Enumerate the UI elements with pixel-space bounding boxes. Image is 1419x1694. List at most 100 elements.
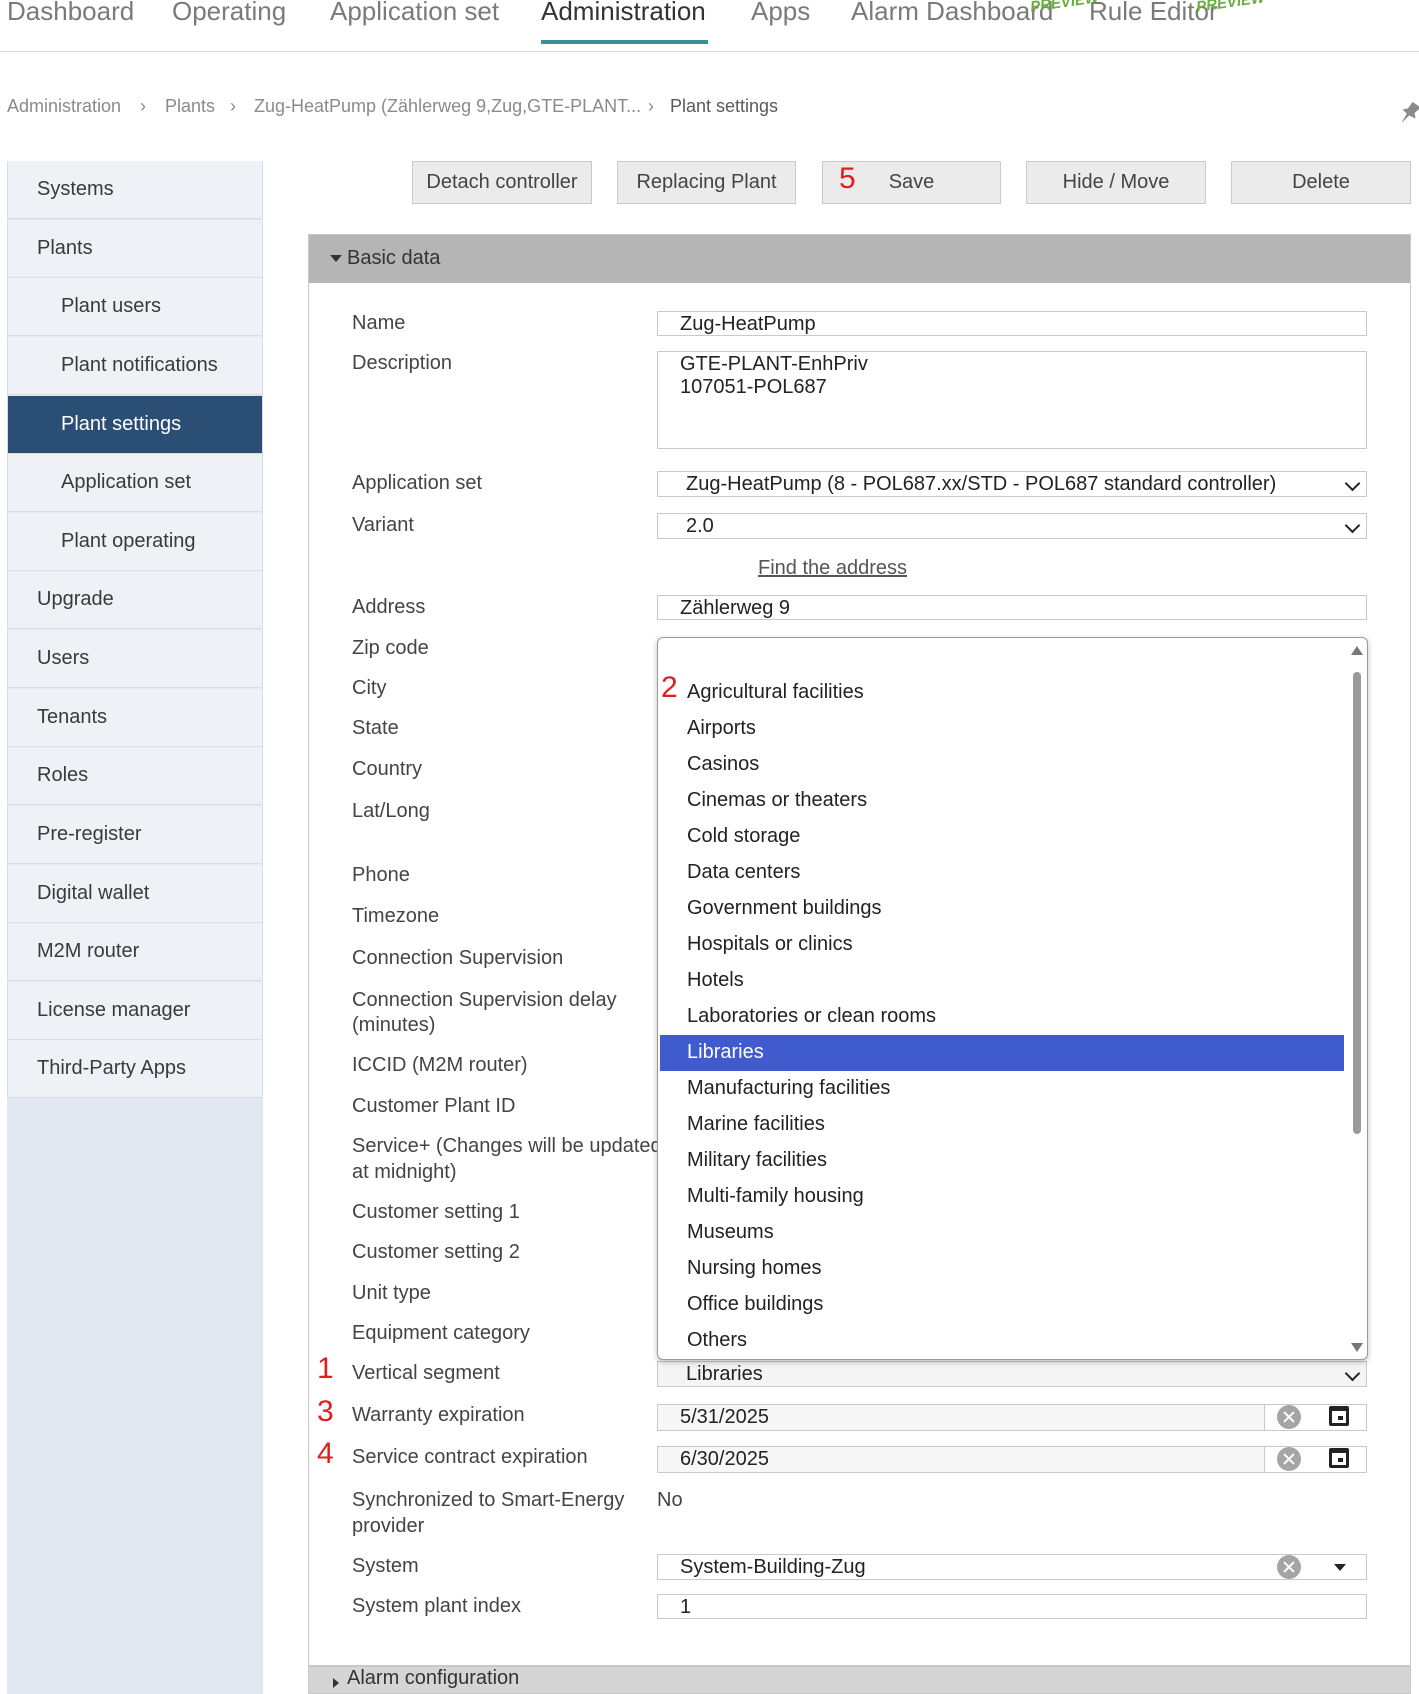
dropdown-option[interactable]: Nursing homes (660, 1251, 1344, 1287)
collapse-icon (330, 255, 342, 262)
caret-down-icon[interactable] (1334, 1564, 1346, 1571)
sidebar-item-plant-notifications[interactable]: Plant notifications (7, 337, 263, 395)
sidebar-item-pre-register[interactable]: Pre-register (7, 806, 263, 864)
sidebar-item-m2m-router[interactable]: M2M router (7, 923, 263, 981)
dropdown-option[interactable]: Others (660, 1323, 1344, 1359)
dropdown-option[interactable]: Office buildings (660, 1287, 1344, 1323)
find-address-link[interactable]: Find the address (758, 557, 907, 580)
clear-icon[interactable] (1277, 1447, 1301, 1471)
scroll-down-icon[interactable] (1351, 1343, 1363, 1352)
sidebar-item-plant-settings[interactable]: Plant settings (7, 396, 263, 454)
warranty-date-input[interactable]: 5/31/2025 (657, 1404, 1265, 1431)
alarm-configuration-header[interactable]: Alarm configuration (308, 1666, 1411, 1694)
system-select[interactable]: System-Building-Zug (657, 1554, 1367, 1580)
sidebar-item-plant-operating[interactable]: Plant operating (7, 513, 263, 571)
tab-alarm-dashboard[interactable]: Alarm Dashboard (851, 0, 1053, 27)
variant-select[interactable]: 2.0 (657, 513, 1367, 539)
chevron-down-icon (1344, 517, 1361, 534)
service-contract-date-input[interactable]: 6/30/2025 (657, 1446, 1265, 1473)
dropdown-option[interactable]: Cold storage (660, 819, 1344, 855)
tab-apps[interactable]: Apps (751, 0, 810, 27)
chevron-down-icon (1344, 1365, 1361, 1382)
scroll-up-icon[interactable] (1351, 646, 1363, 655)
address-input[interactable]: Zählerweg 9 (657, 595, 1367, 620)
breadcrumb-plants[interactable]: Plants (165, 96, 215, 117)
label-timezone: Timezone (352, 905, 440, 927)
sidebar-item-application-set[interactable]: Application set (7, 454, 263, 512)
description-textarea[interactable]: GTE-PLANT-EnhPriv 107051-POL687 (657, 351, 1367, 449)
replacing-plant-button[interactable]: Replacing Plant (617, 161, 796, 204)
dropdown-option[interactable]: Agricultural facilities (660, 675, 1344, 711)
hide-move-button[interactable]: Hide / Move (1026, 161, 1206, 204)
annotation-number-3: 3 (317, 1395, 334, 1428)
label-warranty-expiration: Warranty expiration (352, 1404, 525, 1426)
synchronized-value: No (657, 1489, 683, 1511)
pin-icon[interactable] (1399, 100, 1419, 128)
breadcrumb-current: Plant settings (670, 96, 779, 116)
tab-administration[interactable]: Administration (541, 0, 706, 27)
breadcrumb-separator: › (140, 96, 146, 116)
system-plant-index-input[interactable]: 1 (657, 1594, 1367, 1619)
sidebar-item-users[interactable]: Users (7, 630, 263, 688)
dropdown-option[interactable]: Museums (660, 1215, 1344, 1251)
sidebar-item-systems[interactable]: Systems (7, 161, 263, 219)
delete-button[interactable]: Delete (1231, 161, 1411, 204)
dropdown-option[interactable]: Government buildings (660, 891, 1344, 927)
sidebar-item-plant-users[interactable]: Plant users (7, 278, 263, 336)
tab-operating[interactable]: Operating (172, 0, 286, 27)
label-equipment-category: Equipment category (352, 1322, 530, 1344)
label-customer-plant-id: Customer Plant ID (352, 1095, 516, 1117)
dropdown-option[interactable]: Airports (660, 711, 1344, 747)
dropdown-option[interactable]: Casinos (660, 747, 1344, 783)
chevron-down-icon (1344, 475, 1361, 492)
annotation-number-4: 4 (317, 1437, 334, 1470)
top-navigation: Dashboard Operating Application set Admi… (0, 0, 1419, 52)
calendar-icon[interactable] (1329, 1406, 1349, 1426)
label-address: Address (352, 596, 426, 618)
dropdown-option-selected[interactable]: Libraries (660, 1035, 1344, 1071)
name-input[interactable]: Zug-HeatPump (657, 311, 1367, 336)
application-set-select[interactable]: Zug-HeatPump (8 - POL687.xx/STD - POL687… (657, 471, 1367, 497)
dropdown-option[interactable]: Hospitals or clinics (660, 927, 1344, 963)
vertical-segment-dropdown: Agricultural facilities Airports Casinos… (657, 637, 1368, 1360)
breadcrumb-administration[interactable]: Administration (7, 96, 121, 117)
sidebar-item-plants[interactable]: Plants (7, 220, 263, 278)
label-customer-setting-1: Customer setting 1 (352, 1201, 520, 1223)
sidebar-item-digital-wallet[interactable]: Digital wallet (7, 865, 263, 923)
dropdown-option[interactable]: Marine facilities (660, 1107, 1344, 1143)
sidebar-item-third-party-apps[interactable]: Third-Party Apps (7, 1040, 263, 1098)
dropdown-option[interactable]: Laboratories or clean rooms (660, 999, 1344, 1035)
dropdown-option[interactable]: Multi-family housing (660, 1179, 1344, 1215)
breadcrumb-separator: › (648, 96, 654, 116)
label-iccid: ICCID (M2M router) (352, 1054, 528, 1076)
dropdown-option[interactable]: Military facilities (660, 1143, 1344, 1179)
sidebar-item-upgrade[interactable]: Upgrade (7, 571, 263, 629)
calendar-icon[interactable] (1329, 1448, 1349, 1468)
breadcrumb-plant[interactable]: Zug-HeatPump (Zählerweg 9,Zug,GTE-PLANT.… (254, 96, 641, 117)
annotation-number-1: 1 (317, 1352, 334, 1385)
label-service-line2: at midnight) (352, 1161, 457, 1183)
basic-data-header[interactable]: Basic data (309, 235, 1410, 283)
dropdown-option[interactable]: Hotels (660, 963, 1344, 999)
dropdown-option[interactable]: Data centers (660, 855, 1344, 891)
label-city: City (352, 677, 387, 699)
annotation-number-5: 5 (839, 162, 856, 195)
clear-icon[interactable] (1277, 1405, 1301, 1429)
detach-controller-button[interactable]: Detach controller (412, 161, 592, 204)
sidebar-item-license-manager[interactable]: License manager (7, 982, 263, 1040)
dropdown-option[interactable]: Cinemas or theaters (660, 783, 1344, 819)
clear-icon[interactable] (1277, 1555, 1301, 1579)
sidebar-item-tenants[interactable]: Tenants (7, 689, 263, 747)
dropdown-option[interactable]: Manufacturing facilities (660, 1071, 1344, 1107)
label-service-contract-expiration: Service contract expiration (352, 1446, 588, 1468)
label-connection-delay-line1: Connection Supervision delay (352, 989, 617, 1011)
tab-application-set[interactable]: Application set (330, 0, 499, 27)
tab-dashboard[interactable]: Dashboard (7, 0, 134, 27)
dropdown-scrollbar[interactable] (1351, 646, 1363, 1352)
label-phone: Phone (352, 864, 410, 886)
breadcrumb-separator: › (230, 96, 236, 116)
sidebar-item-roles[interactable]: Roles (7, 747, 263, 805)
alarm-configuration-title: Alarm configuration (347, 1667, 520, 1689)
vertical-segment-select[interactable]: Libraries (657, 1361, 1367, 1387)
scrollbar-thumb[interactable] (1353, 672, 1361, 1134)
